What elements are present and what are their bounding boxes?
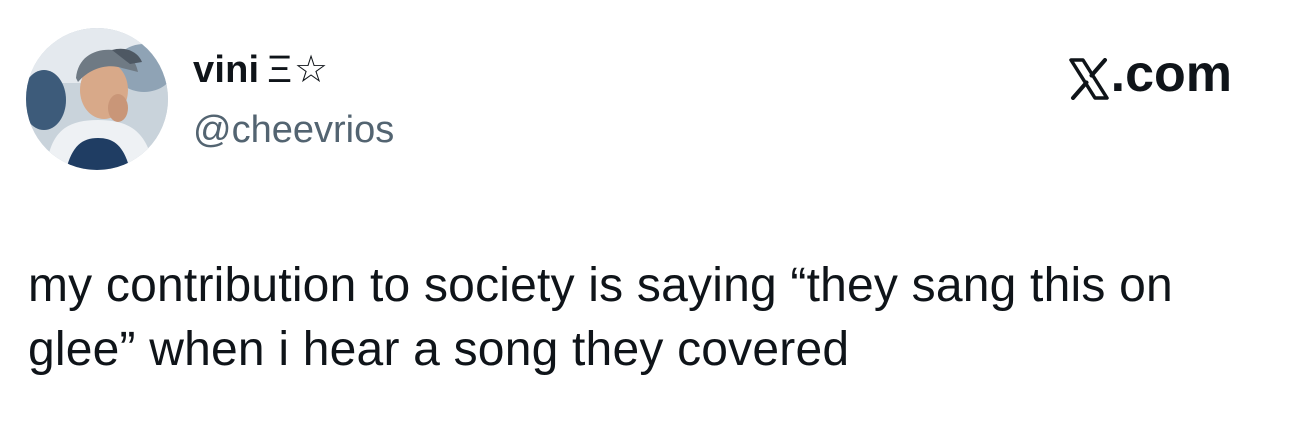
- brand-watermark: .com: [1068, 44, 1232, 104]
- brand-domain: .com: [1110, 45, 1232, 103]
- author-name-line[interactable]: vini Ξ☆: [193, 46, 330, 94]
- display-name[interactable]: vini: [193, 49, 259, 91]
- tweet-card: vini Ξ☆ @cheevrios .com my contribution t…: [0, 0, 1290, 429]
- tweet-text: my contribution to society is saying “th…: [28, 259, 1173, 376]
- avatar[interactable]: [26, 28, 168, 170]
- x-logo-icon: [1068, 53, 1109, 100]
- avatar-photo: [26, 28, 168, 170]
- author-handle[interactable]: @cheevrios: [193, 106, 394, 154]
- name-badge: Ξ☆: [267, 49, 331, 91]
